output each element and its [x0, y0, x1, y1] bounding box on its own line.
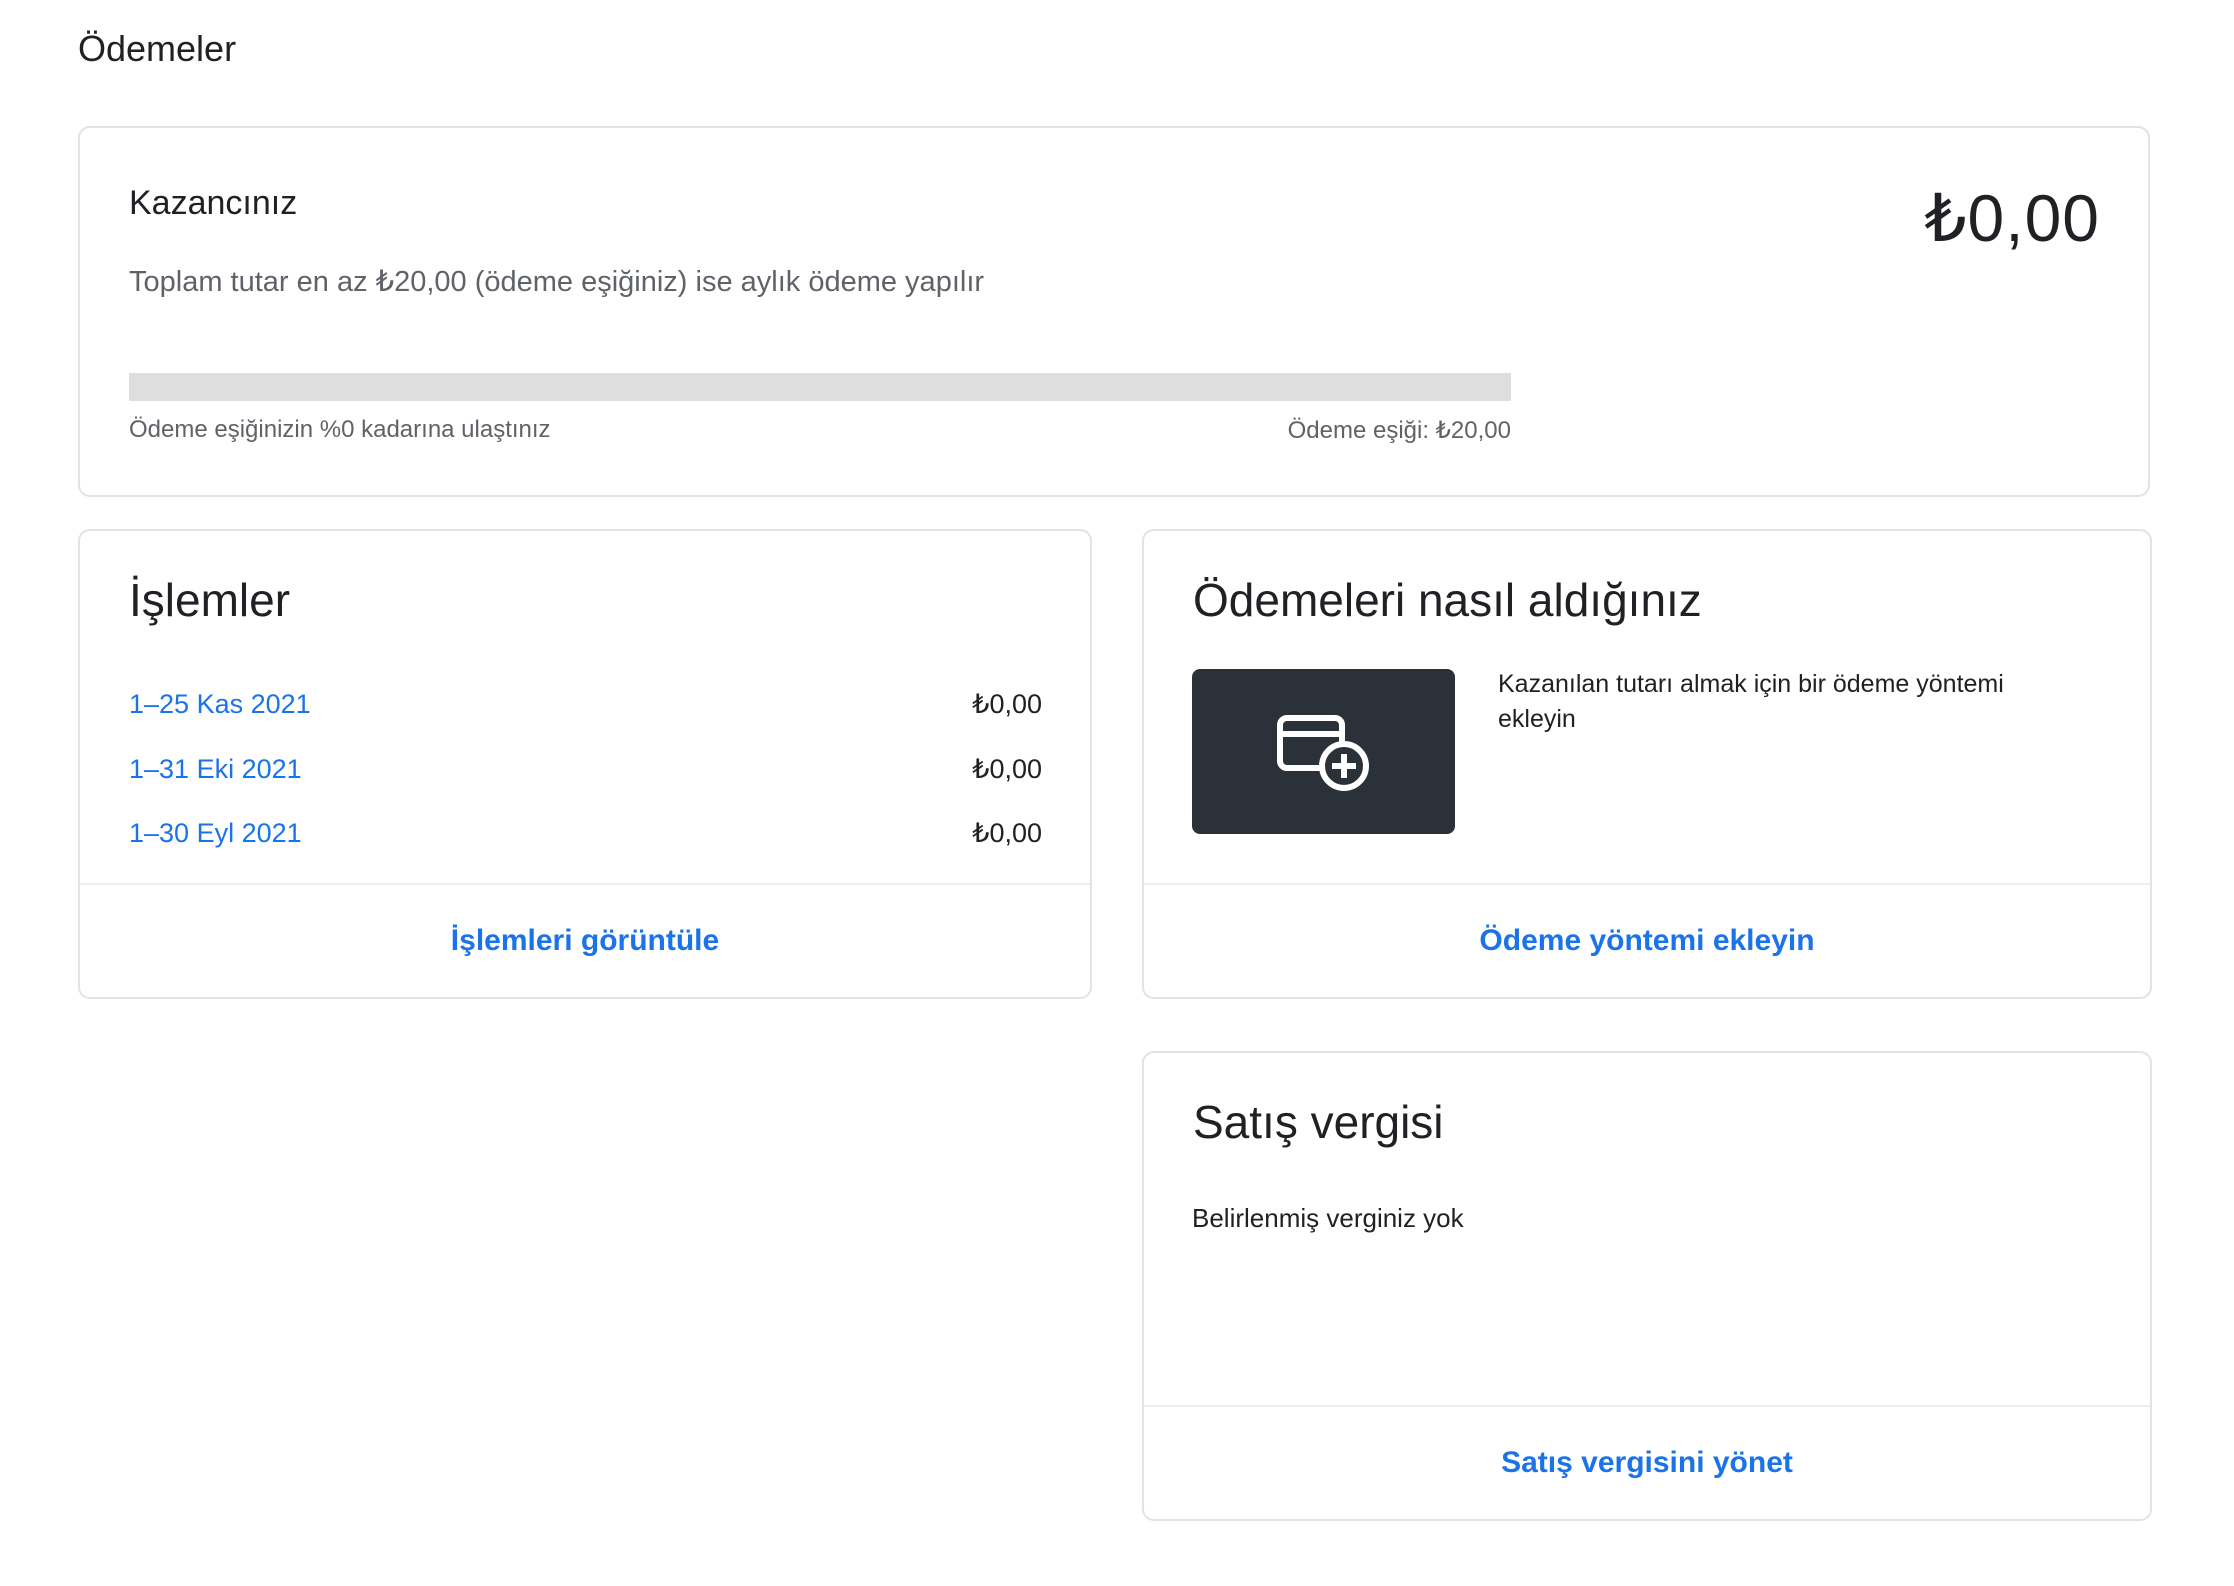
- earnings-description: Toplam tutar en az ₺20,00 (ödeme eşiğini…: [129, 266, 985, 298]
- add-card-icon: [1276, 714, 1369, 791]
- transaction-period-link[interactable]: 1–30 Eyl 2021: [129, 818, 302, 849]
- transaction-period-link[interactable]: 1–31 Eki 2021: [129, 754, 302, 785]
- transaction-amount: ₺0,00: [972, 688, 1042, 719]
- sales-tax-status: Belirlenmiş verginiz yok: [1192, 1203, 1464, 1233]
- transaction-amount: ₺0,00: [972, 817, 1042, 848]
- sales-tax-title: Satış vergisi: [1193, 1096, 1444, 1148]
- transaction-row: 1–30 Eyl 2021 ₺0,00: [129, 813, 1042, 853]
- payments-page: Ödemeler Kazancınız ₺0,00 Toplam tutar e…: [0, 0, 2234, 1586]
- payment-method-card: Ödemeleri nasıl aldığınız Kazanılan tuta…: [1142, 529, 2152, 999]
- earnings-label: Kazancınız: [129, 184, 298, 222]
- add-payment-method-link[interactable]: Ödeme yöntemi ekleyin: [1479, 924, 1814, 958]
- threshold-progress-bar: [129, 373, 1511, 401]
- sales-tax-card: Satış vergisi Belirlenmiş verginiz yok S…: [1142, 1051, 2152, 1521]
- transactions-card: İşlemler 1–25 Kas 2021 ₺0,00 1–31 Eki 20…: [78, 529, 1092, 999]
- sales-tax-footer: Satış vergisini yönet: [1144, 1405, 2150, 1519]
- add-payment-method-tile[interactable]: [1192, 669, 1455, 834]
- earnings-card: Kazancınız ₺0,00 Toplam tutar en az ₺20,…: [78, 126, 2150, 497]
- earnings-amount: ₺0,00: [1924, 181, 2100, 255]
- transaction-row: 1–31 Eki 2021 ₺0,00: [129, 749, 1042, 789]
- threshold-label: Ödeme eşiği: ₺20,00: [1287, 417, 1511, 444]
- transaction-amount: ₺0,00: [972, 753, 1042, 784]
- manage-sales-tax-link[interactable]: Satış vergisini yönet: [1501, 1446, 1793, 1480]
- payment-method-footer: Ödeme yöntemi ekleyin: [1144, 883, 2150, 997]
- view-transactions-link[interactable]: İşlemleri görüntüle: [451, 924, 719, 958]
- transaction-period-link[interactable]: 1–25 Kas 2021: [129, 689, 311, 720]
- transaction-row: 1–25 Kas 2021 ₺0,00: [129, 684, 1042, 724]
- transactions-title: İşlemler: [129, 574, 291, 626]
- transactions-footer: İşlemleri görüntüle: [80, 883, 1090, 997]
- payment-method-title: Ödemeleri nasıl aldığınız: [1193, 574, 1702, 626]
- page-title: Ödemeler: [78, 28, 237, 69]
- payment-method-description: Kazanılan tutarı almak için bir ödeme yö…: [1498, 670, 2004, 733]
